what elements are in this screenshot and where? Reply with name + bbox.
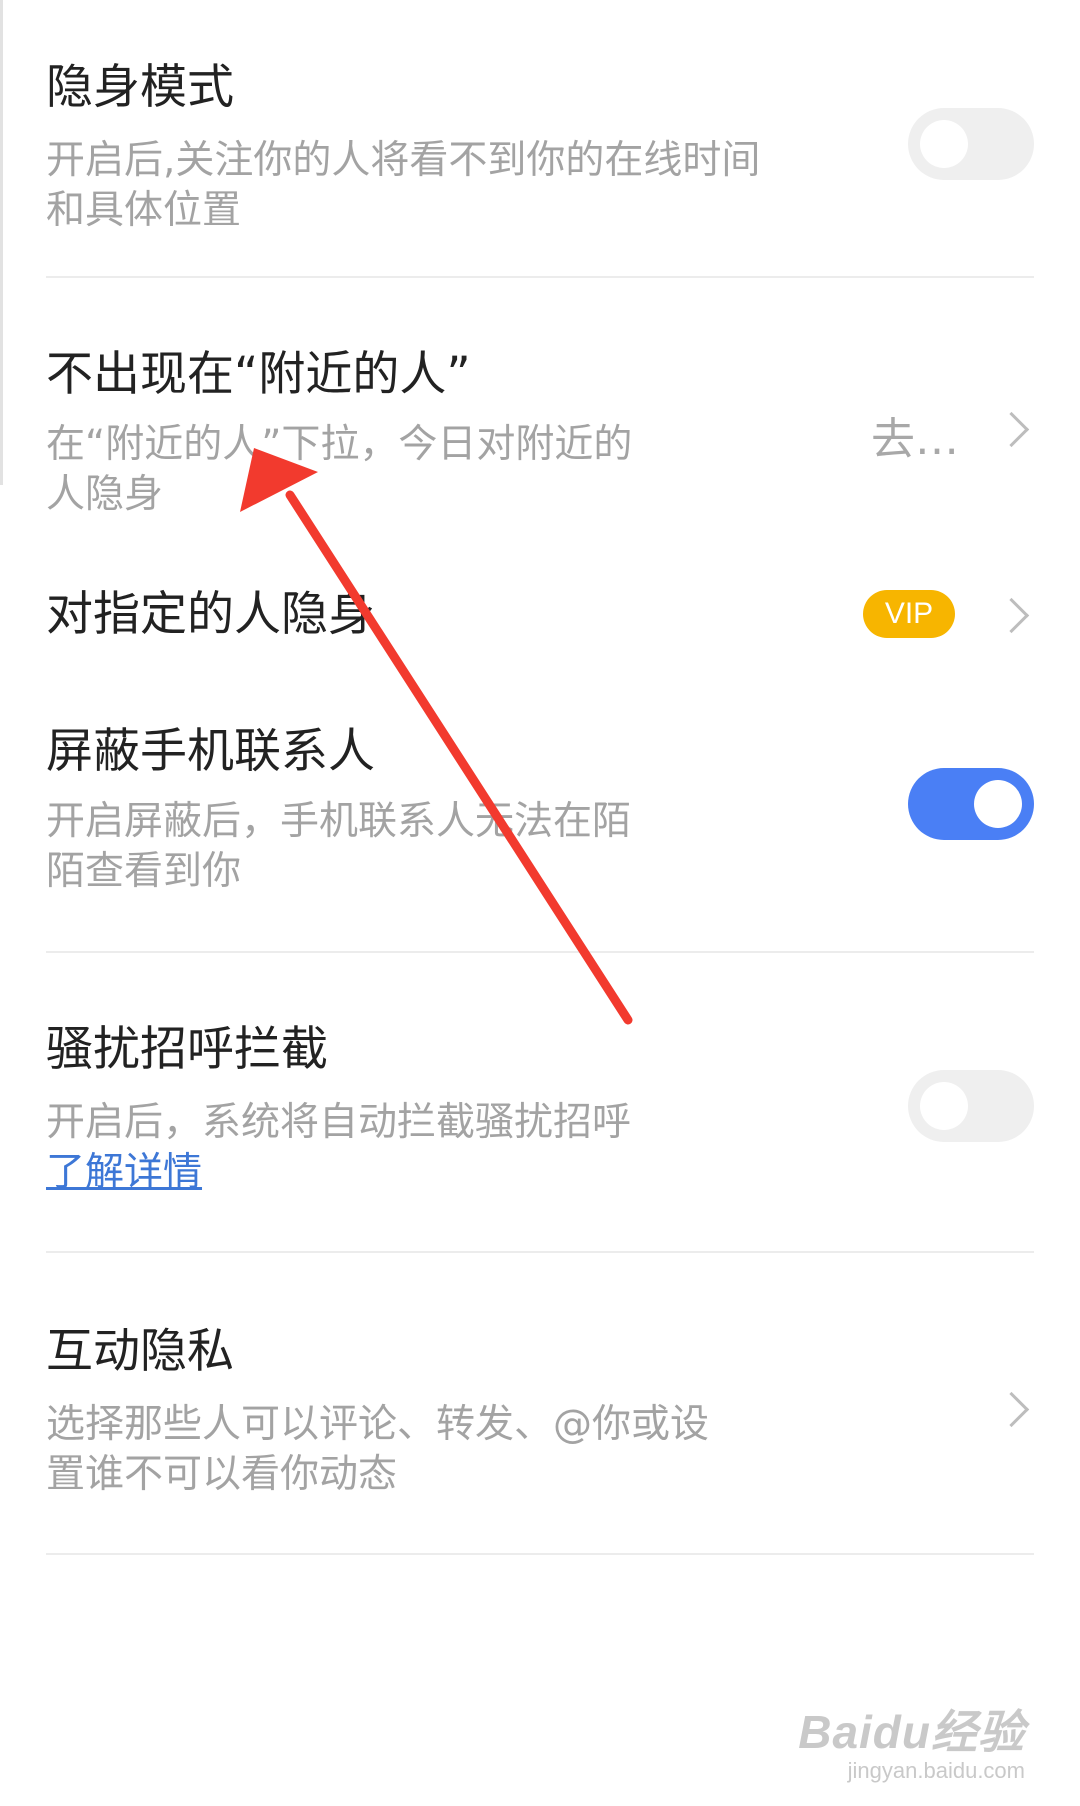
annotation-arrow <box>240 448 633 1025</box>
left-edge-line <box>0 0 3 485</box>
toggle-knob <box>920 1082 968 1130</box>
block-contacts-row[interactable]: 屏蔽手机联系人 开启屏蔽后，手机联系人无法在陌陌查看到你 <box>46 722 1034 894</box>
stealth-mode-row[interactable]: 隐身模式 开启后,关注你的人将看不到你的在线时间和具体位置 <box>46 58 1034 248</box>
divider <box>46 1553 1034 1555</box>
nearby-people-title: 不出现在“附近的人” <box>46 347 471 402</box>
nearby-people-value: 去… <box>871 414 959 465</box>
harassment-block-description-text: 开启后，系统将自动拦截骚扰招呼 <box>46 1100 632 1145</box>
toggle-knob <box>974 780 1022 828</box>
stealth-mode-title: 隐身模式 <box>46 60 234 115</box>
hide-from-specific-row[interactable]: 对指定的人隐身 VIP <box>46 585 1034 655</box>
learn-more-link[interactable]: 了解详情 <box>46 1150 202 1195</box>
vip-badge: VIP <box>863 590 955 638</box>
divider <box>46 1251 1034 1253</box>
interaction-privacy-row[interactable]: 互动隐私 选择那些人可以评论、转发、@你或设置谁不可以看你动态 <box>46 1322 1034 1497</box>
nearby-people-description: 在“附近的人”下拉，今日对附近的人隐身 <box>46 422 633 517</box>
harassment-block-toggle[interactable] <box>908 1070 1034 1142</box>
block-contacts-toggle[interactable] <box>908 768 1034 840</box>
harassment-block-description: 开启后，系统将自动拦截骚扰招呼 了解详情 <box>46 1098 666 1198</box>
stealth-mode-description: 开启后,关注你的人将看不到你的在线时间和具体位置 <box>46 138 761 233</box>
chevron-right-icon <box>993 597 1030 634</box>
baidu-watermark: Baidu经验 jingyan.baidu.com <box>798 1696 1025 1784</box>
block-contacts-title: 屏蔽手机联系人 <box>46 724 375 779</box>
hide-from-specific-title: 对指定的人隐身 <box>46 587 375 642</box>
divider <box>46 951 1034 953</box>
chevron-right-icon <box>993 411 1030 448</box>
divider <box>46 276 1034 278</box>
stealth-mode-toggle[interactable] <box>908 108 1034 180</box>
harassment-block-title: 骚扰招呼拦截 <box>46 1022 328 1077</box>
interaction-privacy-title: 互动隐私 <box>46 1324 234 1379</box>
harassment-block-row[interactable]: 骚扰招呼拦截 开启后，系统将自动拦截骚扰招呼 了解详情 <box>46 1020 1034 1195</box>
chevron-right-icon <box>993 1391 1030 1428</box>
toggle-knob <box>920 120 968 168</box>
block-contacts-description: 开启屏蔽后，手机联系人无法在陌陌查看到你 <box>46 799 632 894</box>
interaction-privacy-description: 选择那些人可以评论、转发、@你或设置谁不可以看你动态 <box>46 1402 710 1497</box>
nearby-people-row[interactable]: 不出现在“附近的人” 在“附近的人”下拉，今日对附近的人隐身 去… <box>46 345 1034 525</box>
watermark-brand: Baidu经验 <box>798 1706 1025 1758</box>
